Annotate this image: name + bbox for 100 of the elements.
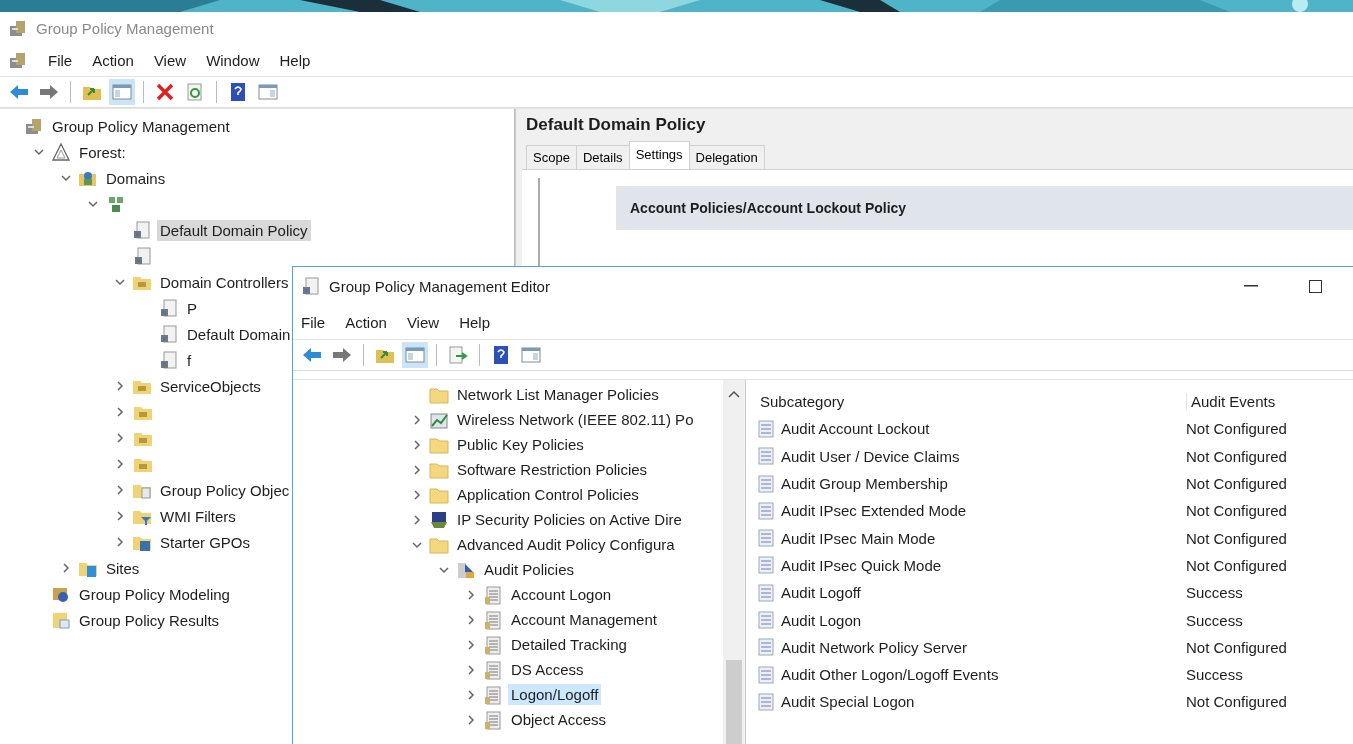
subcategory-cell: Audit Other Logon/Logoff Events bbox=[781, 666, 999, 684]
column-header[interactable]: Audit Events bbox=[1186, 393, 1353, 411]
tree-item[interactable]: Group Policy Objec bbox=[157, 479, 293, 501]
expand-chevron-icon[interactable] bbox=[411, 488, 423, 501]
audit-events-cell-text: Success bbox=[1186, 666, 1244, 684]
expand-chevron-icon[interactable] bbox=[465, 688, 477, 701]
tree-item[interactable]: Domains bbox=[103, 167, 169, 189]
subcategory-cell: Audit IPsec Extended Mode bbox=[781, 502, 967, 520]
subcategory-cell: Audit IPsec Main Mode bbox=[781, 529, 936, 547]
server-icon bbox=[8, 50, 28, 70]
menu-item[interactable]: Window bbox=[206, 51, 260, 69]
scrollbar[interactable] bbox=[723, 380, 746, 744]
menu-item[interactable]: View bbox=[153, 51, 187, 69]
policy-setting-icon bbox=[756, 664, 776, 685]
action-pane-icon bbox=[521, 346, 541, 364]
tree-item[interactable]: Group Policy Modeling bbox=[76, 583, 233, 605]
menu-item[interactable]: Action bbox=[345, 313, 387, 331]
expand-chevron-icon[interactable] bbox=[60, 562, 72, 574]
tab[interactable]: Delegation bbox=[688, 145, 765, 169]
tree-item[interactable]: Account Logon bbox=[508, 584, 615, 605]
audit-events-cell-text: Not Configured bbox=[1186, 447, 1288, 465]
section-title: Account Policies/Account Lockout Policy bbox=[630, 200, 907, 216]
tree-item[interactable]: Group Policy Results bbox=[76, 609, 223, 631]
tab[interactable]: Settings bbox=[628, 141, 690, 169]
tree-item[interactable]: Wireless Network (IEEE 802.11) Po bbox=[454, 409, 697, 430]
tree-item[interactable]: Forest: bbox=[76, 141, 129, 163]
subcategory-cell: Audit IPsec Quick Mode bbox=[781, 556, 942, 574]
menu-item[interactable]: Help bbox=[279, 51, 311, 69]
audit-events-cell-text: Success bbox=[1186, 611, 1244, 629]
console-tree-icon bbox=[405, 346, 425, 364]
export-list-icon bbox=[448, 346, 468, 364]
subcategory-cell: Audit Logon bbox=[781, 611, 862, 629]
results-icon bbox=[51, 610, 71, 630]
subcategory-cell: Audit User / Device Claims bbox=[781, 447, 960, 465]
tree-item[interactable]: Default Domain Policy bbox=[157, 219, 311, 241]
expand-chevron-icon[interactable] bbox=[465, 663, 477, 676]
audit-events-cell-text: Not Configured bbox=[1186, 420, 1288, 438]
expand-chevron-icon[interactable] bbox=[411, 513, 423, 526]
tree-item[interactable]: Object Access bbox=[508, 709, 610, 730]
policy-setting-icon bbox=[756, 555, 776, 576]
expand-chevron-icon[interactable] bbox=[465, 713, 477, 726]
tree-item[interactable]: Advanced Audit Policy Configura bbox=[454, 534, 678, 555]
tree-item[interactable]: Detailed Tracking bbox=[508, 634, 630, 655]
menu-item[interactable]: Help bbox=[459, 313, 490, 331]
policy-document-icon bbox=[133, 246, 153, 266]
tab[interactable]: Scope bbox=[526, 145, 577, 169]
tree-item[interactable]: Software Restriction Policies bbox=[454, 459, 651, 480]
expand-chevron-icon[interactable] bbox=[114, 406, 126, 418]
expand-chevron-icon[interactable] bbox=[114, 380, 126, 392]
scroll-thumb[interactable] bbox=[726, 660, 742, 744]
tree-item[interactable] bbox=[132, 245, 154, 267]
tree-item[interactable]: DS Access bbox=[508, 659, 587, 680]
expand-chevron-icon[interactable] bbox=[465, 613, 477, 626]
audit-events-cell-text: Not Configured bbox=[1186, 475, 1288, 493]
tree-item[interactable]: Network List Manager Policies bbox=[454, 384, 662, 405]
forward-arrow-icon bbox=[39, 84, 59, 100]
menu-item[interactable]: Action bbox=[92, 51, 134, 69]
tree-item[interactable]: Group Policy Management bbox=[49, 115, 233, 137]
menu-item[interactable]: File bbox=[301, 313, 326, 331]
collapse-chevron-icon[interactable] bbox=[60, 172, 72, 184]
collapse-chevron-icon[interactable] bbox=[33, 146, 45, 158]
expand-chevron-icon[interactable] bbox=[465, 588, 477, 601]
tree-item[interactable]: Audit Policies bbox=[481, 559, 578, 580]
shield-computer-icon bbox=[429, 509, 449, 530]
collapse-chevron-icon[interactable] bbox=[87, 198, 99, 210]
tree-item[interactable]: Default Domain bbox=[184, 323, 294, 345]
tree-item[interactable]: IP Security Policies on Active Dire bbox=[454, 509, 685, 530]
expand-chevron-icon[interactable] bbox=[114, 510, 126, 522]
tree-item[interactable]: Application Control Policies bbox=[454, 484, 642, 505]
policy-title: Default Domain Policy bbox=[525, 115, 707, 136]
expand-chevron-icon[interactable] bbox=[411, 438, 423, 451]
tree-item[interactable]: Public Key Policies bbox=[454, 434, 587, 455]
expand-chevron-icon[interactable] bbox=[411, 413, 423, 426]
expand-chevron-icon[interactable] bbox=[114, 536, 126, 548]
tree-item[interactable]: Logon/Logoff bbox=[508, 684, 602, 705]
tree-item[interactable]: Sites bbox=[103, 557, 143, 579]
subcategory-cell: Audit Group Membership bbox=[781, 475, 948, 493]
help-icon bbox=[493, 345, 509, 365]
expand-chevron-icon[interactable] bbox=[114, 432, 126, 444]
tree-item[interactable]: WMI Filters bbox=[157, 505, 239, 527]
tree-item[interactable]: Domain Controllers bbox=[157, 271, 292, 293]
tree-item[interactable]: Starter GPOs bbox=[157, 531, 254, 553]
policy-list-icon bbox=[483, 709, 503, 730]
expand-chevron-icon[interactable] bbox=[114, 484, 126, 496]
tree-item[interactable]: ServiceObjects bbox=[157, 375, 264, 397]
collapse-chevron-icon[interactable] bbox=[114, 276, 126, 288]
tree-item[interactable]: f bbox=[184, 349, 195, 371]
tree-item[interactable]: P bbox=[184, 297, 200, 319]
expand-chevron-icon[interactable] bbox=[465, 638, 477, 651]
menu-item[interactable]: File bbox=[48, 51, 73, 69]
window-title: Group Policy Management Editor bbox=[329, 277, 550, 295]
action-pane-icon bbox=[258, 83, 278, 101]
domain-icon bbox=[106, 194, 126, 214]
column-header[interactable]: Subcategory bbox=[756, 393, 1186, 411]
audit-events-cell-text: Not Configured bbox=[1186, 529, 1288, 547]
expand-chevron-icon[interactable] bbox=[411, 463, 423, 476]
tree-item[interactable]: Account Management bbox=[508, 609, 660, 630]
policy-setting-icon bbox=[756, 473, 776, 494]
menu-item[interactable]: View bbox=[406, 313, 440, 331]
expand-chevron-icon[interactable] bbox=[114, 458, 126, 470]
